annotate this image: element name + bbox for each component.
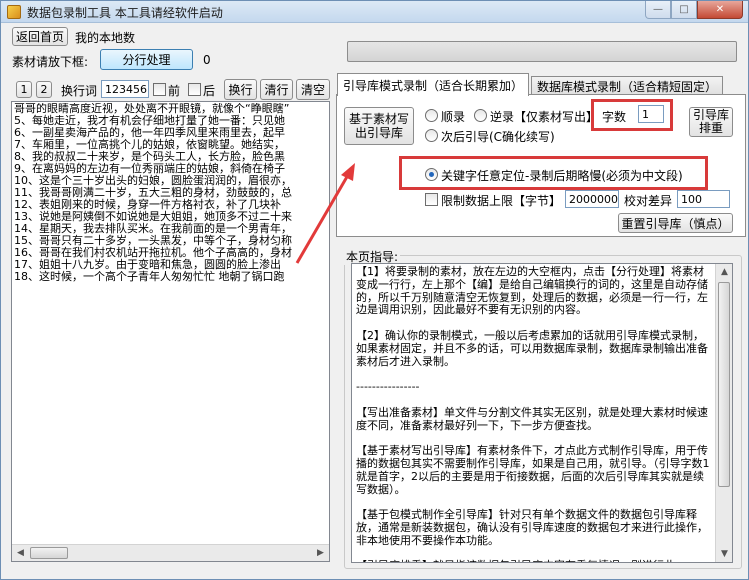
scroll-up-icon[interactable]: ▲ (716, 264, 732, 280)
vertical-scrollbar[interactable]: ▲ ▼ (715, 264, 732, 562)
back-home-button[interactable]: 返回首页 (12, 27, 68, 46)
guide-paragraph: ---------------- (356, 380, 420, 394)
guide-dedup-button[interactable]: 引导库排重 (689, 107, 733, 137)
limit-label: 限制数据上限【字节】 (441, 194, 562, 208)
minimize-icon: — (653, 4, 663, 15)
my-local-label: 我的本地数 (75, 31, 136, 45)
radio-reverse[interactable] (474, 109, 487, 122)
edit-1-button[interactable]: 1 (16, 81, 32, 98)
scroll-thumb[interactable] (30, 547, 68, 559)
material-label: 素材请放下框: (12, 55, 89, 69)
front-label: 前 (168, 84, 181, 98)
replace-word-input[interactable]: 123456 (101, 80, 149, 98)
guide-text: 【1】将要录制的素材，放在左边的大空框内，点击【分行处理】将素材变成一行行，左上… (356, 265, 712, 562)
char-count-highlight (591, 99, 673, 131)
guide-paragraph: 【写出准备素材】单文件与分割文件其实无区别，就是处理大素材时候速度不同，准备素材… (356, 405, 708, 432)
radio-forward[interactable] (425, 109, 438, 122)
guide-paragraph: 【1】将要录制的素材，放在左边的大空框内，点击【分行处理】将素材变成一行行，左上… (356, 265, 708, 317)
maximize-button[interactable]: □ (671, 1, 697, 19)
guide-paragraph: 【2】确认你的录制模式，一般以后考虑累加的话就用引导库模式录制，如果素材固定，并… (356, 328, 708, 368)
close-button[interactable]: ✕ (697, 1, 743, 19)
title-bar: 数据包录制工具 本工具请经软件启动 (1, 1, 748, 23)
limit-input[interactable]: 2000000 (565, 190, 619, 208)
radio-next[interactable] (425, 129, 438, 142)
close-icon: ✕ (715, 4, 725, 15)
scroll-thumb-vertical[interactable] (718, 282, 730, 487)
scroll-left-icon[interactable]: ◀ (12, 545, 29, 561)
app-window: 数据包录制工具 本工具请经软件启动 — □ ✕ 返回首页 我的本地数 素材请放下… (0, 0, 749, 580)
front-checkbox[interactable] (153, 83, 166, 96)
tab-database-mode[interactable]: 数据库模式录制（适合精短固定） (531, 76, 724, 94)
scroll-right-icon[interactable]: ▶ (312, 545, 329, 561)
guide-textbox[interactable]: 【1】将要录制的素材，放在左边的大空框内，点击【分行处理】将素材变成一行行，左上… (351, 263, 733, 563)
keyword-highlight (399, 156, 708, 190)
guide-paragraph: 【引导库排重】就是指该数据包引导库内容有重复情况，则进行此 (356, 560, 712, 562)
guide-paragraph: 【基于包模式制作全引导库】针对只有单个数据文件的数据包引导库释放，通常是新装数据… (356, 508, 708, 547)
material-lines: 哥哥的眼睛高度近视，处处离不开眼镜，就像个“睁眼瞎” 5、每她走近，我才有机会仔细… (14, 103, 327, 283)
guide-paragraph: 【基于素材写出引导库】有素材条件下，才点此方式制作引导库，用于传播的数据包其实不… (356, 444, 710, 496)
replace-word-label: 换行词 (61, 84, 98, 98)
back-label: 后 (203, 84, 216, 98)
split-process-button[interactable]: 分行处理 (100, 49, 193, 70)
radio-next-label: 次后引导(C确化续写) (441, 130, 555, 144)
minimize-button[interactable]: — (645, 1, 671, 19)
back-checkbox[interactable] (188, 83, 201, 96)
scroll-down-icon[interactable]: ▼ (716, 546, 732, 562)
tab-guide-mode[interactable]: 引导库模式录制（适合长期累加） (337, 73, 530, 96)
clear-all-button[interactable]: 清空 (296, 79, 330, 100)
material-textarea[interactable]: 哥哥的眼睛高度近视，处处离不开眼镜，就像个“睁眼瞎” 5、每她走近，我才有机会仔细… (11, 101, 330, 562)
material-line: 18、这时候，一个高个子青年人匆匆忙忙 地朝了锅口跑 (14, 270, 285, 283)
reset-guide-button[interactable]: 重置引导库（慎点） (618, 213, 733, 233)
app-icon (7, 5, 21, 19)
deviation-label: 校对差异 (624, 194, 673, 208)
newline-button[interactable]: 换行 (224, 79, 257, 100)
build-guide-button[interactable]: 基于素材写出引导库 (344, 107, 414, 145)
radio-forward-label: 顺录 (441, 110, 466, 124)
split-count: 0 (203, 53, 211, 67)
edit-2-button[interactable]: 2 (36, 81, 52, 98)
deviation-input[interactable]: 100 (677, 190, 730, 208)
horizontal-scrollbar[interactable]: ◀ ▶ (12, 544, 329, 561)
window-title: 数据包录制工具 本工具请经软件启动 (27, 6, 223, 20)
maximize-icon: □ (679, 4, 689, 15)
clear-line-button[interactable]: 清行 (260, 79, 293, 100)
limit-checkbox[interactable] (425, 193, 438, 206)
radio-reverse-label: 逆录【仅素材写出】 (490, 110, 599, 124)
progress-bar (347, 41, 737, 62)
